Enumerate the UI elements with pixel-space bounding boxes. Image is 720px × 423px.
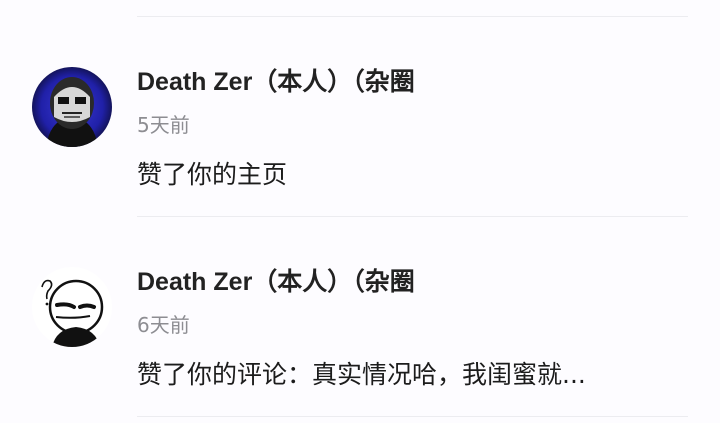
list-divider	[137, 416, 688, 417]
timestamp: 6天前	[137, 313, 190, 337]
username[interactable]: Death Zer（本人）（杂圈	[137, 267, 415, 297]
avatar[interactable]	[32, 67, 112, 147]
doodle-face-avatar-icon	[32, 267, 112, 347]
dark-mask-avatar-icon	[32, 67, 112, 147]
notification-item[interactable]: Death Zer（本人）（杂圈 5天前 赞了你的主页	[0, 17, 720, 207]
notification-message: 赞了你的评论：真实情况哈，我闺蜜就...	[137, 360, 586, 389]
notification-message: 赞了你的主页	[137, 160, 288, 189]
username[interactable]: Death Zer（本人）（杂圈	[137, 67, 415, 97]
avatar[interactable]	[32, 267, 112, 347]
timestamp: 5天前	[137, 113, 190, 137]
notification-item[interactable]: Death Zer（本人）（杂圈 6天前 赞了你的评论：真实情况哈，我闺蜜就..…	[0, 217, 720, 407]
